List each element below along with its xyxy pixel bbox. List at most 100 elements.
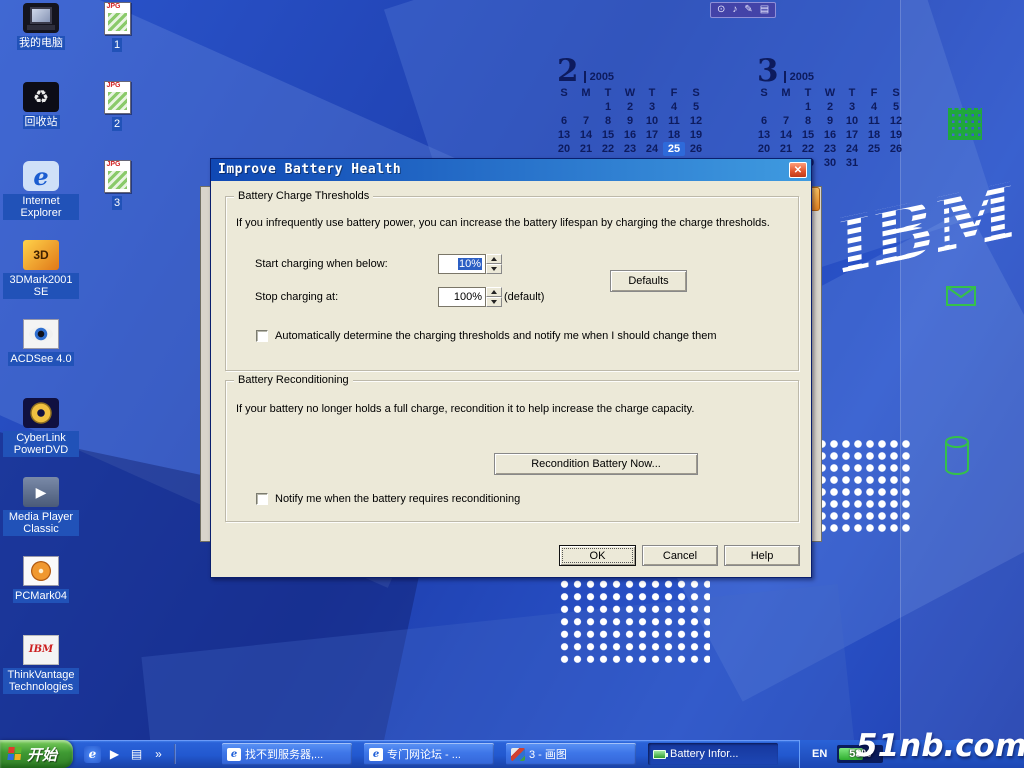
task-button[interactable]: Battery Infor... — [648, 743, 778, 765]
task-button[interactable]: e专门网论坛 - ... — [364, 743, 494, 765]
calendar-day: 8 — [597, 114, 619, 128]
top-tray: ⊙ ♪ ✎ ▤ — [710, 2, 776, 18]
desktop-icon-acdsee[interactable]: ACDSee 4.0 — [2, 319, 80, 398]
desktop-main-column: 我的电脑♻回收站eInternet Explorer3D3DMark2001 S… — [2, 3, 80, 714]
desktop-icon-jpg-file-2[interactable]: 2 — [84, 81, 150, 160]
close-icon: ✕ — [794, 165, 802, 176]
ie-icon[interactable]: e — [84, 746, 101, 763]
start-button-label: 开始 — [27, 744, 57, 765]
desktop-icon-media-player-classic[interactable]: ▶Media Player Classic — [2, 477, 80, 556]
quick-launch: e ▶ ▤ » — [78, 740, 184, 768]
calendar-day — [775, 100, 797, 114]
calendar-day: 11 — [863, 114, 885, 128]
desktop-icon-label: ThinkVantage Technologies — [3, 668, 79, 694]
calendar-day: 23 — [819, 142, 841, 156]
notify-recondition-checkbox-row[interactable]: Notify me when the battery requires reco… — [256, 493, 520, 505]
desktop-icon-pcmark04[interactable]: PCMark04 — [2, 556, 80, 635]
calendar-day: 21 — [775, 142, 797, 156]
task-button-label: 找不到服务器,... — [245, 746, 323, 762]
calendar-day: 22 — [597, 142, 619, 156]
calendar-day: 26 — [685, 142, 707, 156]
desktop-icon-powerdvd[interactable]: CyberLink PowerDVD — [2, 398, 80, 477]
defaults-button[interactable]: Defaults — [610, 270, 687, 292]
notify-recondition-checkbox-label: Notify me when the battery requires reco… — [275, 493, 520, 505]
envelope-icon — [946, 286, 976, 311]
notify-recondition-checkbox[interactable] — [256, 493, 268, 505]
desktop-jpg-column: 1 23 — [84, 2, 150, 239]
desktop-icon-label: 1 — [112, 38, 122, 52]
desktop-icon-jpg-file-1[interactable]: 1 — [84, 2, 150, 81]
keyboard-icon[interactable]: ▤ — [760, 5, 769, 15]
calendar-day-header: F — [663, 86, 685, 100]
quick-launch-divider — [174, 744, 176, 764]
calendar-day: 14 — [575, 128, 597, 142]
desktop-icon-thinkvantage[interactable]: IBM ThinkVantage Technologies — [2, 635, 80, 714]
dialog-titlebar[interactable]: Improve Battery Health ✕ — [211, 159, 811, 181]
recycle-bin-icon: ♻ — [23, 82, 59, 112]
thinkvantage-icon: IBM — [23, 635, 59, 665]
calendar-day: 16 — [819, 128, 841, 142]
media-player-icon[interactable]: ▶ — [106, 746, 123, 763]
spin-up-button[interactable] — [486, 254, 502, 264]
volume-icon[interactable]: ♪ — [732, 5, 737, 15]
help-button[interactable]: Help — [724, 545, 800, 566]
task-button[interactable]: 3 - 画图 — [506, 743, 636, 765]
calendar-day-header: T — [841, 86, 863, 100]
calendar-day: 3 — [641, 100, 663, 114]
ie-page-icon: e — [369, 748, 383, 761]
desktop-icon-jpg-file-3[interactable]: 3 — [84, 160, 150, 239]
spin-down-button[interactable] — [486, 264, 502, 274]
desktop-icon-label: PCMark04 — [13, 589, 69, 603]
language-indicator[interactable]: EN — [812, 748, 827, 760]
calendar-day: 31 — [841, 156, 863, 170]
auto-determine-checkbox-row[interactable]: Automatically determine the charging thr… — [256, 330, 716, 342]
battery-charge-thresholds-group: Battery Charge Thresholds If you infrequ… — [225, 196, 799, 371]
pen-icon[interactable]: ✎ — [744, 5, 752, 15]
calendar-day: 18 — [663, 128, 685, 142]
spin-buttons — [486, 254, 502, 274]
spin-up-button[interactable] — [486, 287, 502, 297]
calendar-day: 19 — [885, 128, 907, 142]
media-player-classic-icon: ▶ — [23, 477, 59, 507]
calendar-day: 2 — [819, 100, 841, 114]
calendar-day: 30 — [819, 156, 841, 170]
power-icon[interactable]: ⊙ — [717, 5, 725, 15]
calendar-day: 2 — [619, 100, 641, 114]
start-threshold-field[interactable]: 10% — [438, 254, 486, 274]
task-button[interactable]: e 找不到服务器,... — [222, 743, 352, 765]
desktop-icon-internet-explorer[interactable]: eInternet Explorer — [2, 161, 80, 240]
3dmark2001-icon: 3D — [23, 240, 59, 270]
calendar-day: 15 — [797, 128, 819, 142]
desktop-icon-3dmark2001[interactable]: 3D3DMark2001 SE — [2, 240, 80, 319]
start-charging-label: Start charging when below: — [255, 258, 388, 270]
stop-threshold-spinner[interactable]: 100% — [438, 287, 502, 307]
desktop-icon-label: CyberLink PowerDVD — [3, 431, 79, 457]
recondition-description: If your battery no longer holds a full c… — [236, 403, 786, 415]
ok-button[interactable]: OK — [559, 545, 636, 566]
overflow-chevron-icon[interactable]: » — [150, 746, 167, 763]
cancel-button[interactable]: Cancel — [642, 545, 718, 566]
stop-threshold-field[interactable]: 100% — [438, 287, 486, 307]
calendar-month-number: 2 — [557, 56, 579, 86]
calendar-day: 26 — [885, 142, 907, 156]
desktop-icon-recycle-bin[interactable]: ♻回收站 — [2, 82, 80, 161]
calendar-day: 15 — [597, 128, 619, 142]
spin-down-button[interactable] — [486, 297, 502, 307]
calendar-day-header: T — [797, 86, 819, 100]
close-button[interactable]: ✕ — [789, 162, 807, 178]
desktop-icon-my-computer[interactable]: 我的电脑 — [2, 3, 80, 82]
calendar-day: 12 — [685, 114, 707, 128]
ie-page-icon: e — [227, 748, 241, 761]
default-note: (default) — [504, 291, 544, 303]
taskbar-tasks: e 找不到服务器,... e专门网论坛 - ... 3 - 画图 Battery Inf… — [222, 740, 778, 768]
internet-explorer-icon: e — [23, 161, 59, 191]
battery-icon — [653, 750, 666, 759]
calendar-day: 24 — [641, 142, 663, 156]
auto-determine-checkbox[interactable] — [256, 330, 268, 342]
show-desktop-icon[interactable]: ▤ — [128, 746, 145, 763]
calendar-day: 20 — [553, 142, 575, 156]
start-button[interactable]: 开始 — [0, 740, 73, 768]
start-threshold-spinner[interactable]: 10% — [438, 254, 502, 274]
recondition-battery-button[interactable]: Recondition Battery Now... — [494, 453, 698, 475]
calendar-day: 17 — [641, 128, 663, 142]
